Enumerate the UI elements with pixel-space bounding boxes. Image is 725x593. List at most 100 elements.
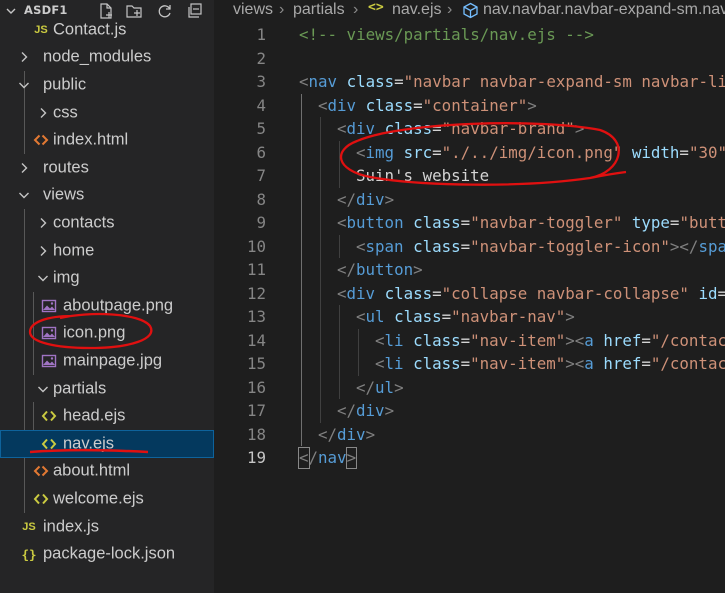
code-line[interactable]: 19 </nav> bbox=[214, 446, 725, 470]
line-number: 2 bbox=[256, 48, 266, 68]
code-token: > bbox=[565, 307, 575, 326]
tree-item-routes[interactable]: routes bbox=[0, 154, 214, 182]
code-token: = bbox=[432, 119, 442, 138]
code-line[interactable]: 12 <div class="collapse navbar-collapse" … bbox=[214, 282, 725, 306]
tree-item-label: index.html bbox=[53, 130, 129, 149]
code-token: span bbox=[698, 236, 725, 256]
code-line[interactable]: 3 <nav class="navbar navbar-expand-sm nav… bbox=[214, 70, 725, 94]
code-text: <!-- views/partials/nav.ejs --> bbox=[299, 23, 594, 47]
tree-item-contacts[interactable]: contacts bbox=[0, 209, 214, 237]
code-line[interactable]: 1 <!-- views/partials/nav.ejs --> bbox=[214, 23, 725, 47]
refresh-icon[interactable] bbox=[155, 1, 175, 21]
code-token: "./../img/icon.png" bbox=[441, 142, 623, 162]
tree-item-partials[interactable]: partials bbox=[0, 375, 214, 403]
code-line[interactable]: 18 </div> bbox=[214, 423, 725, 447]
tree-item-nav-ejs[interactable]: nav.ejs bbox=[0, 430, 214, 458]
tree-item-mainpage-jpg[interactable]: mainpage.jpg bbox=[0, 347, 214, 375]
code-editor[interactable]: views › partials › <> nav.ejs › nav.navb… bbox=[214, 0, 725, 593]
tree-item-label: routes bbox=[43, 158, 89, 177]
code-line[interactable]: 13 <ul class="navbar-nav"> bbox=[214, 305, 725, 329]
code-text: <nav class="navbar navbar-expand-sm navb… bbox=[299, 70, 725, 94]
code-line[interactable]: 15<li class="nav-item"><a href="/contact… bbox=[214, 352, 725, 376]
tree-item-index-js[interactable]: JS index.js bbox=[0, 513, 214, 541]
chevron-down-icon[interactable] bbox=[4, 3, 18, 17]
code-line[interactable]: 4 <div class="container"> bbox=[214, 94, 725, 118]
code-token: div bbox=[356, 189, 385, 209]
code-text: </div> bbox=[337, 399, 394, 423]
code-token: > bbox=[527, 95, 537, 115]
tree-item-package-lock-json[interactable]: {} package-lock.json bbox=[0, 540, 214, 568]
code-token: > bbox=[413, 260, 423, 279]
code-token: "navbar navbar-expand-sm navbar-light bg… bbox=[403, 72, 725, 91]
explorer-header[interactable]: ASDF1 bbox=[0, 0, 214, 22]
code-token: >< bbox=[565, 330, 585, 350]
code-token: < bbox=[337, 283, 347, 303]
line-number: 5 bbox=[256, 119, 266, 138]
code-token: = bbox=[460, 213, 471, 232]
new-folder-icon[interactable] bbox=[124, 1, 144, 21]
code-line[interactable]: 8 </div> bbox=[214, 188, 725, 212]
code-token: </ bbox=[318, 424, 338, 444]
code-text: <div class="navbar-brand"> bbox=[337, 117, 584, 141]
code-line[interactable]: 9 <button class="navbar-toggler" type="bu… bbox=[214, 211, 725, 235]
breadcrumb-segment-symbol[interactable]: nav.navbar.navbar-expand-sm.navbar-light… bbox=[483, 1, 725, 19]
tree-item-views[interactable]: views bbox=[0, 182, 214, 210]
tree-item-aboutpage-png[interactable]: aboutpage.png bbox=[0, 292, 214, 320]
tree-item-icon-png[interactable]: icon.png bbox=[0, 320, 214, 348]
code-token: div bbox=[327, 95, 357, 115]
tree-item-index-html[interactable]: index.html bbox=[0, 126, 214, 154]
ejs-file-icon bbox=[33, 491, 49, 507]
code-token: > bbox=[384, 401, 395, 420]
chevron-right-icon bbox=[35, 105, 51, 121]
line-number: 14 bbox=[246, 330, 266, 350]
tree-item-about-html[interactable]: about.html bbox=[0, 458, 214, 486]
tree-item-label: mainpage.jpg bbox=[63, 351, 163, 370]
breadcrumb-segment-views[interactable]: views bbox=[233, 1, 273, 19]
code-text: <li class="nav-item"><a href="/contacts" bbox=[375, 352, 725, 376]
breadcrumb-segment-partials[interactable]: partials bbox=[293, 1, 345, 19]
code-line[interactable]: 10 <span class="navbar-toggler-icon"></sp… bbox=[214, 235, 725, 259]
code-line[interactable]: 16 </ul> bbox=[214, 376, 725, 400]
tree-item-node-modules[interactable]: node_modules bbox=[0, 44, 214, 72]
code-token: ></ bbox=[669, 236, 699, 256]
new-file-icon[interactable] bbox=[96, 1, 116, 21]
code-token: < bbox=[337, 119, 347, 138]
code-token: < bbox=[356, 142, 366, 162]
code-line[interactable]: 14<li class="nav-item"><a href="/contact… bbox=[214, 329, 725, 353]
js-file-icon: JS bbox=[22, 520, 36, 533]
breadcrumb-segment-file[interactable]: nav.ejs bbox=[392, 1, 442, 19]
code-line[interactable]: 2 bbox=[214, 47, 725, 71]
tree-item-css[interactable]: css bbox=[0, 99, 214, 127]
code-line[interactable]: 6 <img src="./../img/icon.png" width="30"… bbox=[214, 141, 725, 165]
chevron-down-icon bbox=[35, 270, 51, 286]
code-token: div bbox=[346, 283, 376, 303]
code-line[interactable]: 17 </div> bbox=[214, 399, 725, 423]
code-line[interactable]: 5 <div class="navbar-brand"> bbox=[214, 117, 725, 141]
code-token: = bbox=[432, 283, 442, 303]
code-line[interactable]: 7 Suin's website bbox=[214, 164, 725, 188]
code-text: </ul> bbox=[356, 376, 404, 400]
code-token: = bbox=[669, 213, 680, 232]
code-text: <div class="container"> bbox=[318, 94, 537, 118]
code-token: li bbox=[384, 330, 404, 350]
code-token: nav bbox=[308, 72, 338, 91]
code-text: </button> bbox=[337, 258, 423, 282]
code-token: < bbox=[337, 213, 347, 232]
tree-item-head-ejs[interactable]: head.ejs bbox=[0, 402, 214, 430]
tree-item-welcome-ejs[interactable]: welcome.ejs bbox=[0, 485, 214, 513]
tree-item-img[interactable]: img bbox=[0, 264, 214, 292]
line-number: 8 bbox=[256, 189, 266, 209]
code-token: </ bbox=[337, 260, 357, 279]
code-token: src bbox=[403, 142, 433, 162]
line-number: 6 bbox=[256, 142, 266, 162]
collapse-all-icon[interactable] bbox=[185, 1, 205, 21]
tree-item-public[interactable]: public bbox=[0, 71, 214, 99]
code-token: "nav-item" bbox=[470, 330, 566, 350]
code-token: li bbox=[384, 354, 404, 373]
js-file-icon: JS bbox=[34, 23, 48, 36]
code-line[interactable]: 11 </button> bbox=[214, 258, 725, 282]
tree-item-home[interactable]: home bbox=[0, 237, 214, 265]
